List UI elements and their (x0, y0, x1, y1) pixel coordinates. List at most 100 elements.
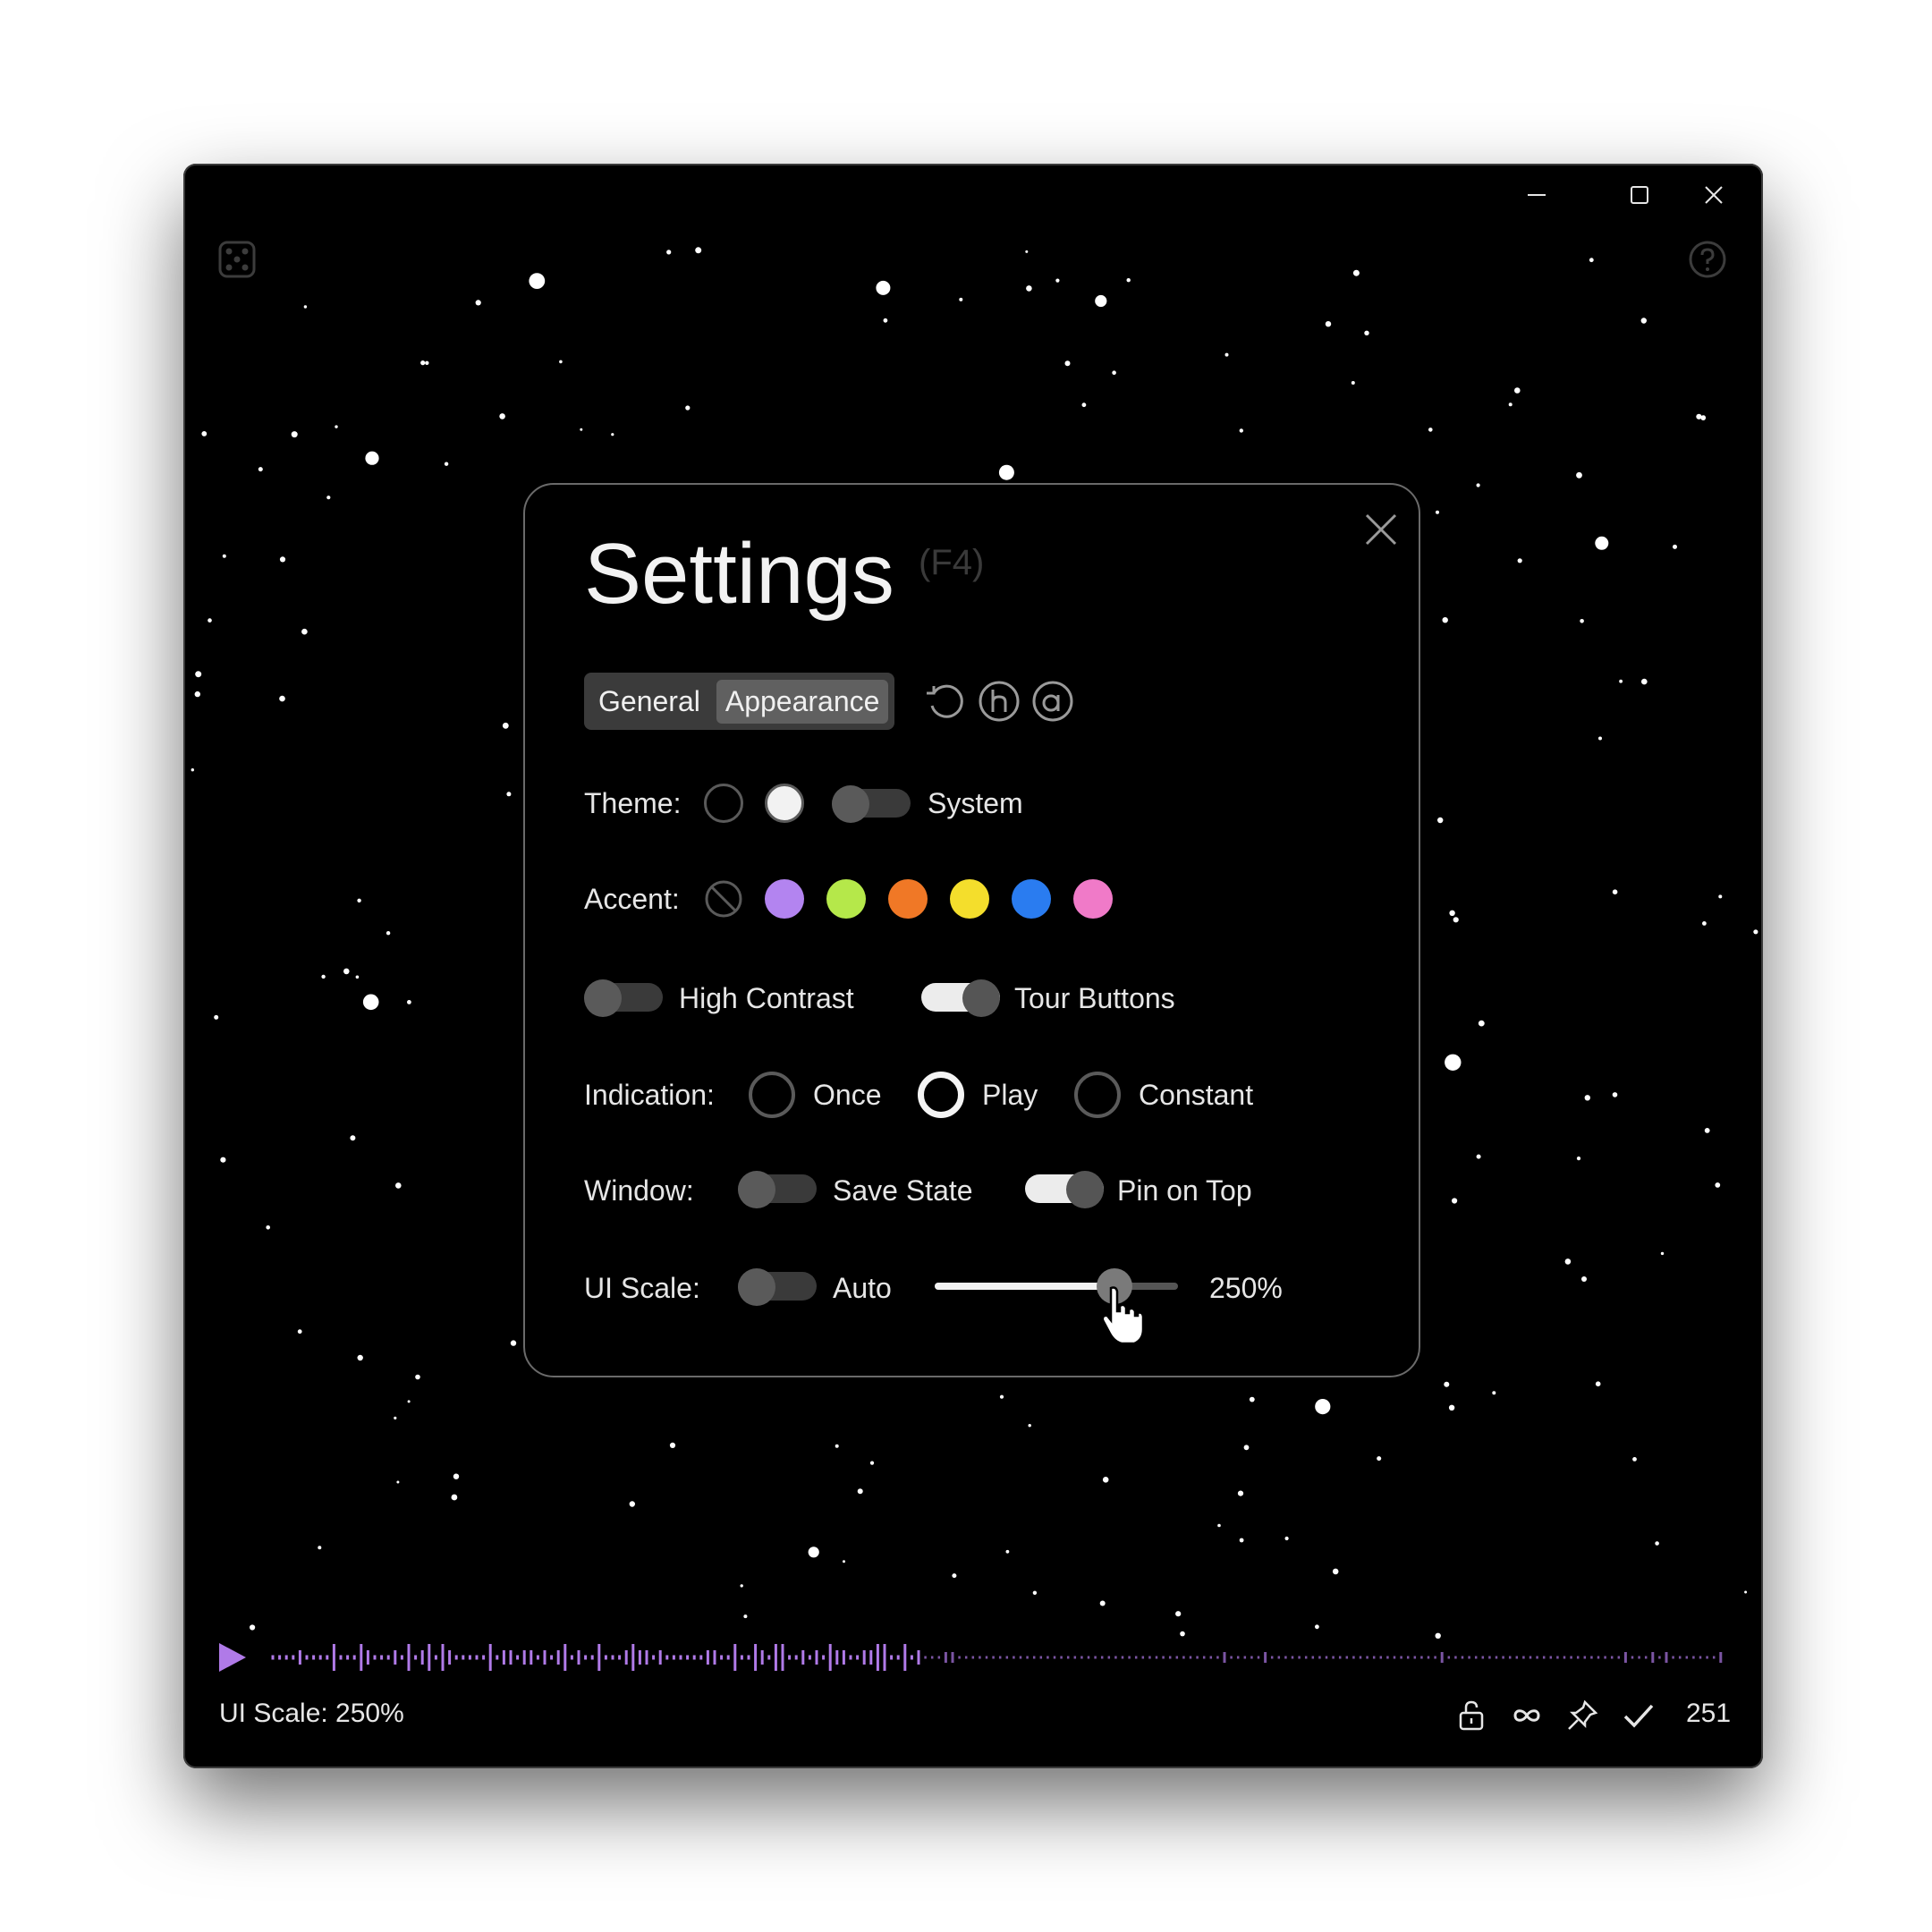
pin-on-top-label: Pin on Top (1117, 1174, 1252, 1207)
accent-none-icon[interactable] (704, 879, 743, 919)
star (1217, 1523, 1221, 1528)
indication-label: Indication: (584, 1079, 715, 1111)
star (362, 994, 379, 1011)
star (220, 1157, 226, 1163)
star (1492, 1391, 1496, 1395)
star (453, 1473, 460, 1479)
ui-scale-value: 250% (1209, 1272, 1283, 1304)
star (1249, 1396, 1255, 1402)
star (1028, 1424, 1031, 1428)
reset-icon[interactable] (923, 679, 968, 724)
pin-icon[interactable] (1565, 1699, 1599, 1733)
accent-yellow-swatch[interactable] (950, 879, 989, 919)
star (357, 898, 361, 902)
system-theme-toggle[interactable] (832, 785, 911, 823)
star (666, 250, 672, 255)
auto-scale-toggle[interactable] (738, 1268, 817, 1306)
play-icon[interactable] (219, 1643, 246, 1672)
star (510, 1340, 517, 1346)
star (1595, 536, 1609, 550)
timeline[interactable] (183, 1631, 1763, 1684)
window-label: Window: (584, 1174, 694, 1207)
star (1753, 929, 1758, 935)
star (1112, 370, 1116, 375)
star (1598, 736, 1602, 741)
star (297, 1329, 302, 1335)
close-button[interactable] (1665, 164, 1763, 226)
minimize-button[interactable] (1487, 164, 1586, 226)
ui-scale-label: UI Scale: (584, 1272, 700, 1304)
star (1632, 1457, 1637, 1462)
indication-once-radio[interactable] (749, 1072, 795, 1118)
circled-h-icon[interactable] (977, 679, 1021, 724)
star (1126, 278, 1131, 283)
star (1315, 1399, 1331, 1415)
accent-label: Accent: (584, 883, 680, 915)
star (1476, 483, 1480, 487)
star (250, 1624, 256, 1631)
star (835, 1444, 839, 1448)
star (1377, 1456, 1382, 1462)
star (1580, 619, 1584, 623)
dice-icon[interactable] (217, 240, 257, 279)
star (1099, 1600, 1106, 1606)
accent-orange-swatch[interactable] (888, 879, 928, 919)
accent-pink-swatch[interactable] (1073, 879, 1113, 919)
star (1428, 428, 1433, 432)
status-count: 251 (1686, 1699, 1732, 1728)
star (214, 1014, 219, 1020)
infinity-icon[interactable] (1510, 1699, 1544, 1733)
star (629, 1501, 635, 1507)
accent-green-swatch[interactable] (826, 879, 866, 919)
star (1715, 1182, 1721, 1188)
dialog-close-icon[interactable] (1361, 510, 1401, 549)
circled-a-icon[interactable] (1030, 679, 1075, 724)
star (321, 974, 326, 979)
star (407, 1400, 411, 1403)
star (1325, 321, 1332, 327)
hotkey-hint: (F4) (919, 543, 985, 582)
star (1025, 250, 1029, 253)
tab-general[interactable]: General (589, 680, 709, 724)
accent-purple-swatch[interactable] (765, 879, 804, 919)
star (365, 451, 379, 465)
theme-light-swatch[interactable] (765, 784, 804, 823)
star (326, 496, 331, 500)
tour-buttons-label: Tour Buttons (1014, 982, 1175, 1014)
save-state-toggle[interactable] (738, 1171, 817, 1208)
indication-play-radio[interactable] (918, 1072, 964, 1118)
help-icon[interactable] (1688, 240, 1727, 279)
star (1243, 1445, 1250, 1451)
accent-blue-swatch[interactable] (1012, 879, 1051, 919)
star (1352, 269, 1360, 276)
star (1284, 1536, 1289, 1541)
star (1619, 679, 1623, 683)
star (395, 1182, 402, 1189)
indication-play-label: Play (982, 1079, 1038, 1111)
star (999, 1394, 1004, 1399)
star (194, 691, 200, 698)
theme-dark-swatch[interactable] (704, 784, 743, 823)
ui-scale-slider-fill (935, 1283, 1115, 1290)
tab-appearance[interactable]: Appearance (716, 679, 889, 724)
star (1005, 1549, 1010, 1554)
indication-constant-radio[interactable] (1074, 1072, 1121, 1118)
close-icon (1705, 186, 1723, 204)
star (318, 1546, 322, 1550)
check-icon[interactable] (1622, 1699, 1656, 1733)
star (685, 405, 691, 411)
theme-label: Theme: (584, 787, 682, 819)
star (355, 975, 360, 979)
star (195, 671, 202, 678)
high-contrast-toggle[interactable] (584, 979, 663, 1017)
star (1437, 817, 1444, 824)
star (529, 273, 546, 289)
star (808, 1546, 819, 1558)
unlock-icon[interactable] (1454, 1699, 1488, 1733)
star (396, 1480, 400, 1484)
star (1452, 1198, 1458, 1204)
pin-on-top-toggle[interactable] (1025, 1171, 1104, 1208)
tour-buttons-toggle[interactable] (921, 979, 1000, 1017)
star (394, 1416, 397, 1419)
star (1595, 1381, 1601, 1386)
